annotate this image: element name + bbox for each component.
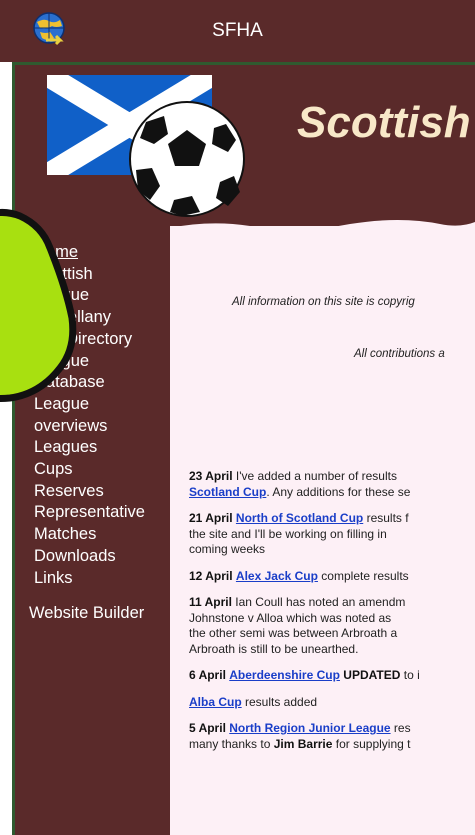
copyright-notice: All information on this site is copyrig <box>232 296 415 308</box>
news-date: 6 April <box>189 668 226 682</box>
annotation-marker-icon <box>0 209 77 402</box>
website-builder-link[interactable]: Website Builder <box>29 604 144 623</box>
news-text: many thanks to <box>189 736 274 751</box>
news-text: Ian Coull has noted an amendm <box>231 595 406 609</box>
news-list: 23 April I've added a number of results … <box>189 469 475 763</box>
news-date: 21 April <box>189 511 233 525</box>
app-title: SFHA <box>212 20 263 41</box>
news-text: the other semi was between Arbroath a <box>189 626 398 640</box>
news-item: 12 April Alex Jack Cup complete results <box>189 569 475 585</box>
news-text: results f <box>363 511 409 525</box>
nav-leagues[interactable]: Leagues <box>34 437 174 459</box>
news-text: the site and I'll be working on filling … <box>189 526 387 541</box>
news-text: I've added a number of results <box>232 469 397 483</box>
news-text: results added <box>241 694 318 709</box>
nav-overviews[interactable]: overviews <box>34 416 174 438</box>
news-strong: UPDATED <box>339 668 401 682</box>
news-date: 11 April <box>189 595 232 609</box>
app-bar: SFHA <box>0 0 475 62</box>
nav-links[interactable]: Links <box>34 568 174 590</box>
nav-downloads[interactable]: Downloads <box>34 546 174 568</box>
site-title: Scottish <box>297 98 471 147</box>
news-date: 23 April <box>189 469 233 483</box>
panel-wave-edge <box>170 220 475 238</box>
news-text: coming weeks <box>189 542 266 556</box>
news-link[interactable]: Alex Jack Cup <box>236 569 318 583</box>
news-item: Alba Cup results added <box>189 695 475 711</box>
news-item: 6 April Aberdeenshire Cup UPDATED to i <box>189 668 475 684</box>
news-link[interactable]: Alba Cup <box>189 695 242 709</box>
news-text: complete results <box>317 568 409 583</box>
nav-matches[interactable]: Matches <box>34 524 174 546</box>
news-item: 23 April I've added a number of results … <box>189 469 475 500</box>
contributions-notice: All contributions a <box>354 348 445 360</box>
football-image <box>129 101 245 217</box>
news-item: 5 April North Region Junior League res m… <box>189 721 475 752</box>
nav-representative[interactable]: Representative <box>34 502 174 524</box>
news-date: 12 April <box>189 568 233 583</box>
news-date: 5 April <box>189 721 226 735</box>
nav-cups[interactable]: Cups <box>34 459 174 481</box>
news-text: Arbroath is still to be unearthed. <box>189 641 359 656</box>
news-text: . Any additions for these se <box>266 484 411 499</box>
news-text: Johnstone v Alloa which was noted as <box>189 610 392 625</box>
news-text: for supplying t <box>332 736 411 751</box>
news-strong: Jim Barrie <box>273 736 333 751</box>
news-text: res <box>390 721 411 735</box>
news-link[interactable]: North of Scotland Cup <box>236 511 363 525</box>
news-text: to i <box>400 668 420 682</box>
news-link[interactable]: North Region Junior League <box>229 721 390 735</box>
news-item: 11 April Ian Coull has noted an amendm J… <box>189 595 475 657</box>
news-link[interactable]: Aberdeenshire Cup <box>229 668 340 682</box>
news-link[interactable]: Scotland Cup <box>189 485 266 499</box>
nav-reserves[interactable]: Reserves <box>34 481 174 503</box>
news-item: 21 April North of Scotland Cup results f… <box>189 511 475 558</box>
